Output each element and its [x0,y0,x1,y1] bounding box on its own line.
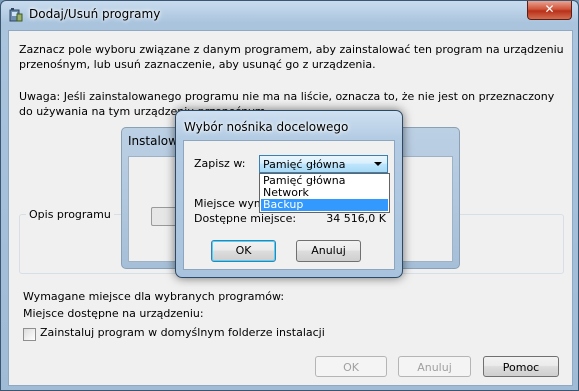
save-in-combobox[interactable]: Pamięć główna [259,155,388,173]
option-backup[interactable]: Backup [261,199,388,211]
dialog-client: Zapisz w: Pamięć główna Miejsce wym Dost… [183,140,395,270]
window-title: Dodaj/Usuń programy [29,7,161,21]
save-in-label: Zapisz w: [194,157,246,170]
dialog-ok-button[interactable]: OK [211,240,276,262]
titlebar: Dodaj/Usuń programy ✕ [1,1,578,29]
chevron-down-icon[interactable] [374,162,382,166]
available-space-label: Miejsce dostępne na urządzeniu: [23,307,204,320]
save-in-value: Pamięć główna [263,158,346,171]
default-folder-label: Zainstaluj program w domyślnym folderze … [40,326,325,339]
cancel-button[interactable]: Anuluj [398,356,471,377]
required-space-label: Wymagane miejsce dla wybranych programów… [23,290,285,303]
help-button[interactable]: Pomoc [483,356,559,377]
required-space-dialog-label: Miejsce wym [194,197,265,210]
target-media-dialog: Wybór nośnika docelowego Zapisz w: Pamię… [175,110,403,278]
default-folder-checkbox[interactable] [23,328,36,341]
dialog-cancel-button[interactable]: Anuluj [296,240,361,262]
available-space-dialog-value: 34 516,0 K [326,212,386,225]
program-description-label: Opis programu [26,208,114,221]
description-text: Zaznacz pole wyboru związane z danym pro… [19,43,564,71]
setup-icon [8,7,24,23]
available-space-dialog-label: Dostępne miejsce: [194,212,297,225]
close-icon: ✕ [544,2,555,16]
ok-button[interactable]: OK [315,356,387,377]
save-in-dropdown-list: Pamięć główna Network Backup [259,173,390,213]
dialog-title: Wybór nośnika docelowego [184,120,349,134]
close-button[interactable]: ✕ [527,1,572,20]
